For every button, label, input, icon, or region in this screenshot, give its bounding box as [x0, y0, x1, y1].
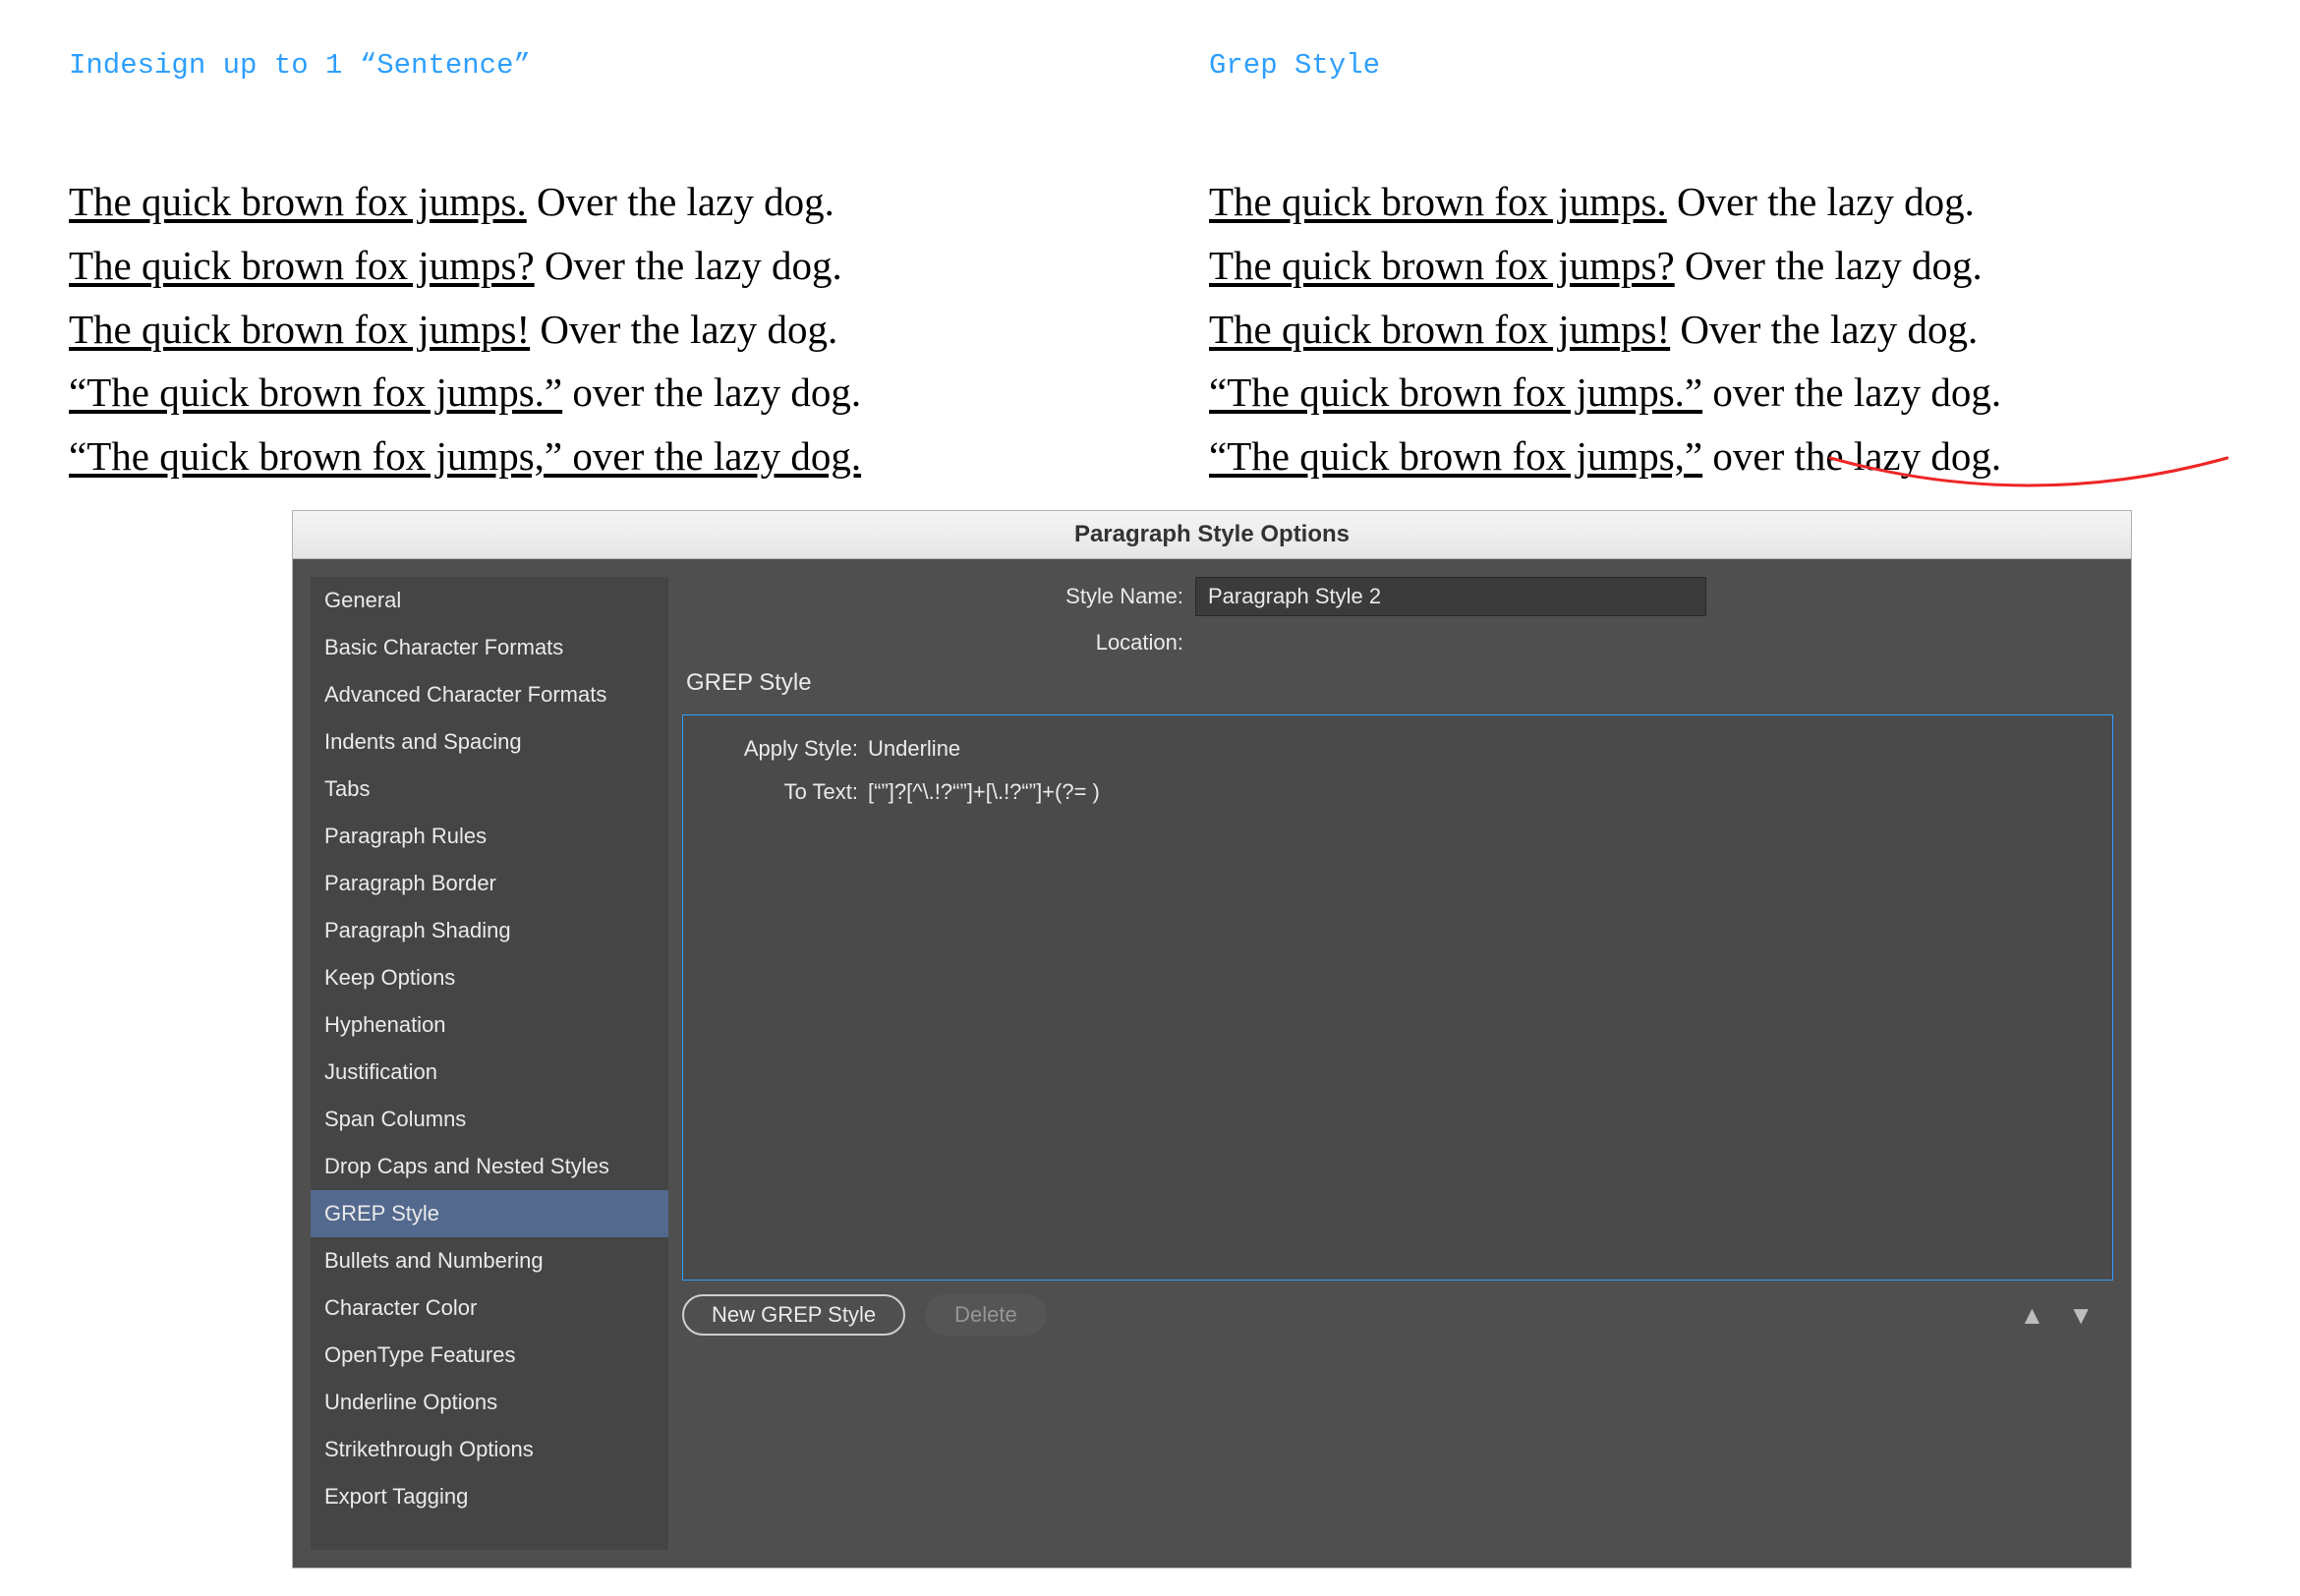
location-label: Location: — [682, 630, 1183, 656]
left-header: Indesign up to 1 “Sentence” — [69, 49, 1150, 82]
right-line-1-rest: Over the lazy dog. — [1675, 243, 1983, 288]
new-grep-style-button[interactable]: New GREP Style — [682, 1294, 905, 1336]
sidebar-item-paragraph-shading[interactable]: Paragraph Shading — [311, 907, 668, 954]
section-title: GREP Style — [686, 669, 2113, 697]
apply-style-label: Apply Style: — [709, 736, 858, 762]
style-name-label: Style Name: — [682, 584, 1183, 609]
grep-style-list[interactable]: Apply Style: Underline To Text: [“”]?[^\… — [682, 714, 2113, 1281]
sidebar-item-tabs[interactable]: Tabs — [311, 766, 668, 813]
left-line-0-rest: Over the lazy dog. — [527, 179, 834, 224]
dialog-title: Paragraph Style Options — [1074, 521, 1350, 548]
sidebar-item-advanced-character-formats[interactable]: Advanced Character Formats — [311, 671, 668, 718]
sidebar-item-drop-caps-and-nested-styles[interactable]: Drop Caps and Nested Styles — [311, 1143, 668, 1190]
sidebar-item-export-tagging[interactable]: Export Tagging — [311, 1473, 668, 1520]
dialog-sidebar: GeneralBasic Character FormatsAdvanced C… — [311, 577, 668, 1550]
right-line-4-u: “The quick brown fox jumps,” — [1209, 433, 1702, 479]
move-up-icon[interactable]: ▲ — [2020, 1300, 2045, 1331]
sidebar-item-indents-and-spacing[interactable]: Indents and Spacing — [311, 718, 668, 766]
left-line-4-u: “The quick brown fox jumps,” over the la… — [69, 433, 861, 479]
left-line-3-rest: over the lazy dog. — [562, 370, 861, 415]
left-line-1-u: The quick brown fox jumps? — [69, 243, 535, 288]
right-line-2-rest: Over the lazy dog. — [1670, 307, 1978, 352]
right-header: Grep Style — [1209, 49, 2290, 82]
left-line-0-u: The quick brown fox jumps. — [69, 179, 527, 224]
left-line-3-u: “The quick brown fox jumps.” — [69, 370, 562, 415]
sidebar-item-character-color[interactable]: Character Color — [311, 1284, 668, 1332]
right-line-0-rest: Over the lazy dog. — [1667, 179, 1975, 224]
sidebar-item-general[interactable]: General — [311, 577, 668, 624]
left-line-2-rest: Over the lazy dog. — [530, 307, 837, 352]
dialog-titlebar: Paragraph Style Options — [293, 511, 2131, 559]
left-sample-text: The quick brown fox jumps. Over the lazy… — [69, 170, 1150, 488]
right-line-2-u: The quick brown fox jumps! — [1209, 307, 1670, 352]
dialog-main-panel: Style Name: Location: GREP Style Apply S… — [682, 577, 2113, 1550]
sidebar-item-strikethrough-options[interactable]: Strikethrough Options — [311, 1426, 668, 1473]
left-line-1-rest: Over the lazy dog. — [535, 243, 842, 288]
sidebar-item-paragraph-border[interactable]: Paragraph Border — [311, 860, 668, 907]
move-down-icon[interactable]: ▼ — [2068, 1300, 2094, 1331]
sidebar-item-grep-style[interactable]: GREP Style — [311, 1190, 668, 1237]
sidebar-item-keep-options[interactable]: Keep Options — [311, 954, 668, 1001]
sidebar-item-underline-options[interactable]: Underline Options — [311, 1379, 668, 1426]
right-line-0-u: The quick brown fox jumps. — [1209, 179, 1667, 224]
oops-arc-icon — [1828, 456, 2229, 495]
apply-style-value[interactable]: Underline — [868, 736, 960, 762]
left-line-2-u: The quick brown fox jumps! — [69, 307, 530, 352]
sidebar-item-paragraph-rules[interactable]: Paragraph Rules — [311, 813, 668, 860]
sidebar-item-span-columns[interactable]: Span Columns — [311, 1096, 668, 1143]
right-line-3-rest: over the lazy dog. — [1702, 370, 2001, 415]
right-line-3-u: “The quick brown fox jumps.” — [1209, 370, 1702, 415]
delete-button[interactable]: Delete — [925, 1294, 1047, 1336]
style-name-input[interactable] — [1195, 577, 1706, 616]
to-text-label: To Text: — [709, 779, 858, 805]
paragraph-style-dialog: Paragraph Style Options GeneralBasic Cha… — [293, 511, 2131, 1568]
sidebar-item-opentype-features[interactable]: OpenType Features — [311, 1332, 668, 1379]
sidebar-item-basic-character-formats[interactable]: Basic Character Formats — [311, 624, 668, 671]
to-text-value[interactable]: [“”]?[^\.!?“”]+[\.!?“”]+(?= ) — [868, 779, 1100, 805]
sidebar-item-justification[interactable]: Justification — [311, 1049, 668, 1096]
sidebar-item-hyphenation[interactable]: Hyphenation — [311, 1001, 668, 1049]
right-sample-text: The quick brown fox jumps. Over the lazy… — [1209, 170, 2290, 488]
sidebar-item-bullets-and-numbering[interactable]: Bullets and Numbering — [311, 1237, 668, 1284]
right-line-1-u: The quick brown fox jumps? — [1209, 243, 1675, 288]
